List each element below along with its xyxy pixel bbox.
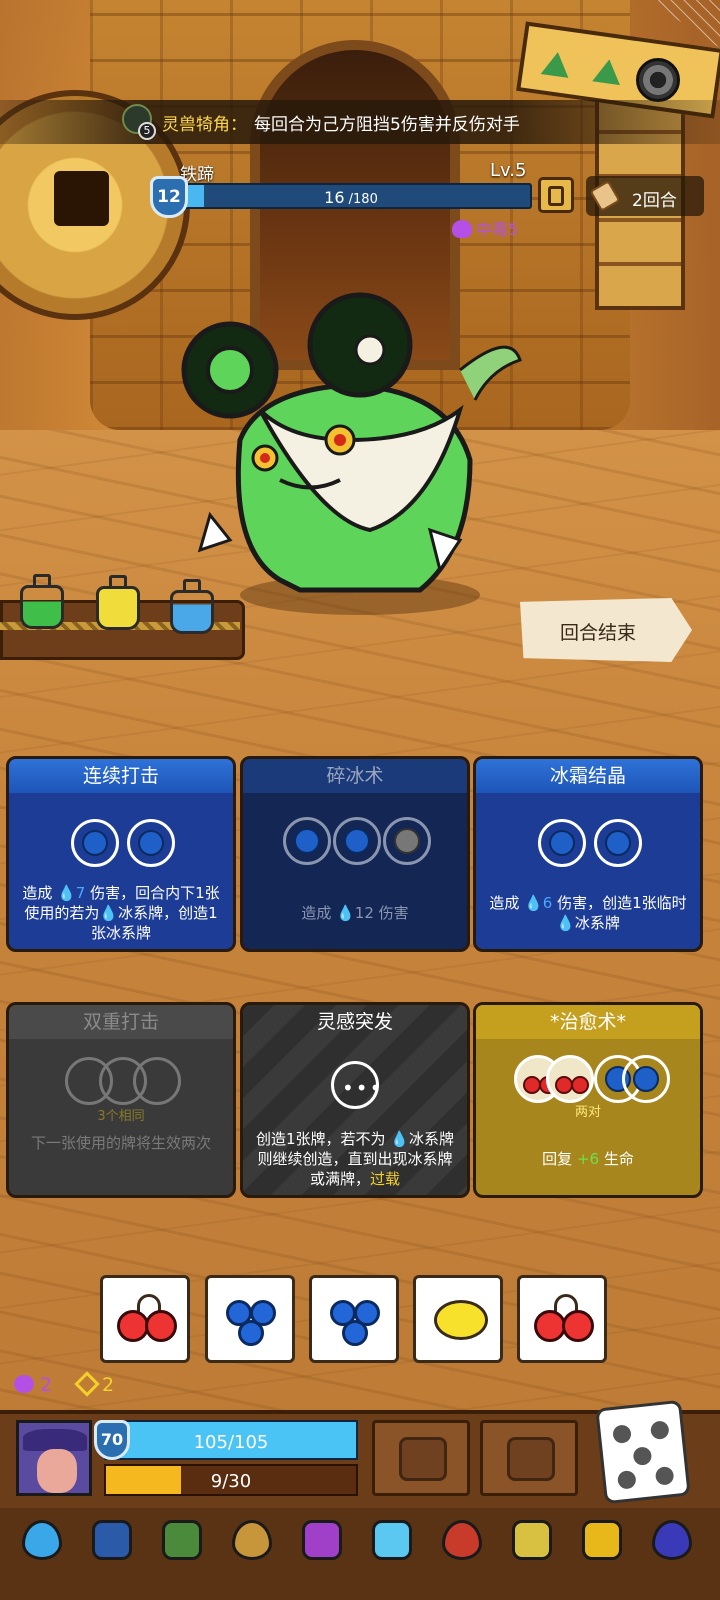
- poison-label: 中毒5: [476, 220, 519, 239]
- energy-icon: [74, 1371, 100, 1397]
- player-energy-status: 2: [74, 1371, 114, 1397]
- player-shield-badge: 70: [94, 1420, 130, 1460]
- broken-item-slot[interactable]: [480, 1420, 578, 1496]
- player-xp-text: 9/30: [210, 1471, 252, 1492]
- card-title: 灵感突发: [316, 1011, 393, 1033]
- dice-slot[interactable]: [71, 819, 119, 867]
- dice-slot[interactable]: [622, 1055, 670, 1103]
- water-drop-icon: 💧: [99, 904, 119, 922]
- end-turn-label: 回合结束: [560, 622, 637, 644]
- broken-gear-icon: [507, 1437, 555, 1481]
- card-combo-strike[interactable]: 连续打击 造成 💧7 伤害，回合内下1张使用的若为💧冰系牌，创造1张冰系牌: [6, 756, 236, 952]
- dice-blueberry[interactable]: [205, 1275, 295, 1363]
- card-title: 双重打击: [9, 1005, 233, 1039]
- water-drop-icon: 💧: [390, 1130, 409, 1148]
- blueberry-icon: [344, 828, 370, 854]
- dice-slot[interactable]: [594, 819, 642, 867]
- dice-slot[interactable]: [546, 1055, 594, 1103]
- dice-slot[interactable]: [133, 1057, 181, 1105]
- blue-potion-icon[interactable]: [170, 579, 214, 634]
- card-ice-shatter[interactable]: 碎冰术 造成 💧12 伤害: [240, 756, 470, 952]
- reroll-dice-button[interactable]: [595, 1399, 691, 1505]
- relic-description: 每回合为己方阻挡5伤害并反伤对手: [254, 115, 520, 135]
- card-description: 回复 +6 生命: [542, 1150, 634, 1168]
- player-avatar[interactable]: [16, 1420, 92, 1496]
- dice-lemon[interactable]: [413, 1275, 503, 1363]
- lock-icon: [399, 1437, 447, 1481]
- enemy-hp-bar: 16 /180: [170, 183, 532, 209]
- relic-name: 灵兽犄角：: [162, 115, 247, 135]
- eye-potion-icon[interactable]: [294, 1512, 350, 1568]
- dice-cherry[interactable]: [100, 1275, 190, 1363]
- enemy-level: Lv.5: [490, 160, 527, 181]
- card-title: *治愈术*: [476, 1005, 700, 1039]
- card-title: 连续打击: [9, 759, 233, 793]
- relic-banner: 5 灵兽犄角： 每回合为己方阻挡5伤害并反伤对手: [0, 100, 720, 144]
- ice-sack-icon[interactable]: [84, 1512, 140, 1568]
- locked-item-slot[interactable]: [372, 1420, 470, 1496]
- blueberry-icon: [549, 830, 575, 856]
- player-poison-status: 2: [14, 1374, 52, 1396]
- relic-level-badge: 5: [138, 122, 156, 140]
- water-drop-icon[interactable]: [14, 1512, 70, 1568]
- dice-slot[interactable]: [383, 817, 431, 865]
- card-description: 创造1张牌，若不为 💧冰系牌则继续创造，直到出现冰系牌或满牌，过载: [255, 1130, 454, 1188]
- enemy-intel-button[interactable]: [538, 177, 574, 213]
- dice-cherry[interactable]: [517, 1275, 607, 1363]
- dice-slot[interactable]: [283, 817, 331, 865]
- enemy-shield-badge: 12: [150, 176, 188, 218]
- dice-blueberry[interactable]: [309, 1275, 399, 1363]
- enemy-poison-status: 中毒5: [452, 216, 518, 240]
- blueberry-icon: [633, 1066, 659, 1092]
- card-requirement: 3个相同: [97, 1109, 145, 1124]
- dice-slot-any[interactable]: •••: [331, 1061, 381, 1109]
- blueberry-icon: [605, 830, 631, 856]
- water-drop-icon: 💧: [57, 884, 76, 902]
- enemy-hp-current: 16: [324, 188, 345, 207]
- blueberry-icon: [294, 828, 320, 854]
- card-heal[interactable]: *治愈术* 两对 回复 +6 生命: [473, 1002, 703, 1198]
- card-description: 造成 💧7 伤害，回合内下1张使用的若为💧冰系牌，创造1张冰系牌: [22, 884, 220, 942]
- dice-slot[interactable]: [127, 819, 175, 867]
- player-hp-text: 105/105: [193, 1432, 269, 1453]
- scroll-bag-icon[interactable]: [224, 1512, 280, 1568]
- yellow-potion-icon[interactable]: [96, 575, 140, 630]
- scroll-icon: [589, 180, 621, 212]
- dice-slot[interactable]: [538, 819, 586, 867]
- end-turn-button[interactable]: 回合结束: [520, 598, 692, 662]
- poison-icon: [452, 220, 472, 238]
- card-description: 造成 💧12 伤害: [301, 904, 409, 922]
- enemy-hp-max: /180: [344, 192, 378, 207]
- card-frost-crystal[interactable]: 冰霜结晶 造成 💧6 伤害，创造1张临时💧冰系牌: [473, 756, 703, 952]
- blueberry-icon: [82, 830, 108, 856]
- card-requirement: 两对: [574, 1105, 601, 1120]
- water-drop-icon: 💧: [556, 914, 575, 932]
- blueberry-icon: [138, 830, 164, 856]
- turn-label: 2回合: [632, 191, 677, 211]
- gray-berry-icon: [394, 828, 420, 854]
- poison-icon: [14, 1375, 34, 1393]
- player-xp-bar: 9/30: [104, 1464, 358, 1496]
- card-description: 下一张使用的牌将生效两次: [30, 1134, 211, 1152]
- gold-helm-icon[interactable]: [574, 1512, 630, 1568]
- ice-gem-icon[interactable]: [364, 1512, 420, 1568]
- card-double-strike[interactable]: 双重打击 3个相同 下一张使用的牌将生效两次: [6, 1002, 236, 1198]
- turn-counter: 2回合: [586, 176, 704, 216]
- horned-beast-enemy[interactable]: [170, 290, 530, 620]
- player-hp-bar: 105/105: [104, 1420, 358, 1460]
- card-description: 造成 💧6 伤害，创造1张临时💧冰系牌: [489, 894, 687, 932]
- settings-gear-icon[interactable]: [636, 58, 680, 102]
- compass-helm-icon[interactable]: [504, 1512, 560, 1568]
- bracelet-icon[interactable]: [434, 1512, 490, 1568]
- water-drop-icon: 💧: [524, 894, 543, 912]
- card-inspiration[interactable]: 灵感突发 ••• 创造1张牌，若不为 💧冰系牌则继续创造，直到出现冰系牌或满牌，…: [240, 1002, 470, 1198]
- triangle-gem-icon[interactable]: [644, 1512, 700, 1568]
- card-title: 冰霜结晶: [476, 759, 700, 793]
- moss-card-icon[interactable]: [154, 1512, 210, 1568]
- water-drop-icon: 💧: [336, 904, 355, 922]
- dice-slot[interactable]: [333, 817, 381, 865]
- card-title: 碎冰术: [243, 759, 467, 793]
- green-potion-icon[interactable]: [20, 574, 64, 629]
